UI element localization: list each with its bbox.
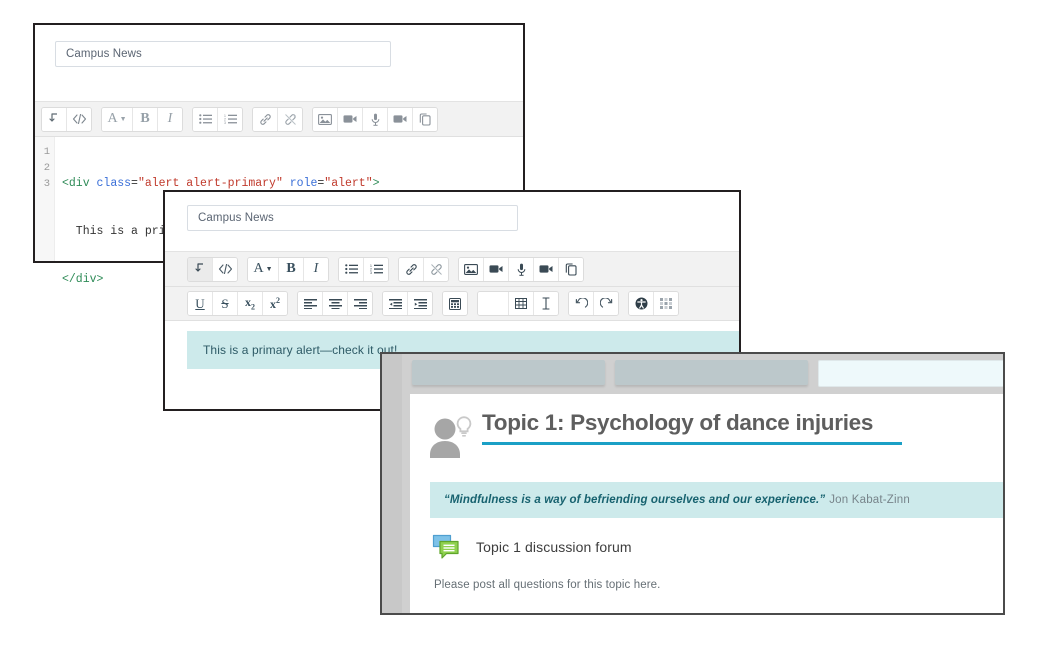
forum-activity-row[interactable]: Topic 1 discussion forum <box>432 534 632 560</box>
manage-files-icon[interactable] <box>559 258 583 281</box>
title-input[interactable]: Campus News <box>187 205 518 231</box>
strikethrough-icon[interactable]: S <box>213 292 238 315</box>
editor-toolbar-row-1: A▼ B I 123 <box>35 101 523 137</box>
title-underline-rule <box>482 442 902 445</box>
accessibility-checker-icon[interactable] <box>629 292 654 315</box>
undo-arrow-icon[interactable] <box>42 108 67 131</box>
browser-tab-bar <box>402 354 1003 391</box>
line-number: 3 <box>35 176 50 192</box>
font-style-dropdown-icon[interactable]: A▼ <box>102 108 133 131</box>
quote-text: “Mindfulness is a way of befriending our… <box>444 494 825 506</box>
bold-icon[interactable]: B <box>279 258 304 281</box>
person-lightbulb-icon <box>428 414 474 466</box>
toolbar-group-history <box>41 107 92 132</box>
toolbar-group-links <box>252 107 303 132</box>
video-icon[interactable] <box>484 258 509 281</box>
link-icon[interactable] <box>253 108 278 131</box>
page-title: Topic 1: Psychology of dance injuries <box>482 410 902 436</box>
record-video-icon[interactable] <box>388 108 413 131</box>
toolbar-group-text-style: A▼ B I <box>101 107 183 132</box>
link-icon[interactable] <box>399 258 424 281</box>
forum-icon <box>432 534 460 560</box>
subscript-icon[interactable]: x2 <box>238 292 263 315</box>
table-icon[interactable] <box>509 292 534 315</box>
toolbar-group-alignment <box>297 291 373 316</box>
unlink-icon[interactable] <box>424 258 448 281</box>
bold-icon[interactable]: B <box>133 108 158 131</box>
underline-icon[interactable]: U <box>188 292 213 315</box>
toolbar-group-lists: 123 <box>338 257 389 282</box>
toolbar-group-links <box>398 257 449 282</box>
toolbar-group-lists: 123 <box>192 107 243 132</box>
screenreader-helper-icon[interactable] <box>654 292 678 315</box>
code-view-icon[interactable] <box>67 108 91 131</box>
toolbar-group-media <box>458 257 584 282</box>
toolbar-group-undo-redo <box>568 291 619 316</box>
topic-title-wrap: Topic 1: Psychology of dance injuries <box>482 408 902 445</box>
clear-formatting-icon[interactable] <box>534 292 558 315</box>
forum-link-label[interactable]: Topic 1 discussion forum <box>476 539 632 555</box>
undo-icon[interactable] <box>569 292 594 315</box>
line-number-gutter: 1 2 3 <box>35 137 55 261</box>
toolbar-group-insert <box>477 291 559 316</box>
line-number: 2 <box>35 160 50 176</box>
title-input[interactable]: Campus News <box>55 41 391 67</box>
quote-author: Jon Kabat-Zinn <box>829 494 910 506</box>
svg-text:3: 3 <box>224 121 226 124</box>
align-right-icon[interactable] <box>348 292 372 315</box>
browser-tab[interactable] <box>412 360 605 385</box>
svg-text:3: 3 <box>370 271 372 274</box>
special-character-icon[interactable] <box>478 292 509 315</box>
indent-increase-icon[interactable] <box>408 292 432 315</box>
align-left-icon[interactable] <box>298 292 323 315</box>
image-icon[interactable] <box>459 258 484 281</box>
numbered-list-icon[interactable]: 123 <box>364 258 388 281</box>
editor-toolbar-row-1: A▼ B I 123 <box>165 251 739 287</box>
toolbar-group-history <box>187 257 238 282</box>
toolbar-group-equation <box>442 291 468 316</box>
browser-tab-active[interactable] <box>818 360 1005 387</box>
editor-toolbar-row-2: U S x2 x2 <box>165 287 739 321</box>
superscript-icon[interactable]: x2 <box>263 292 287 315</box>
toolbar-group-text-style: A▼ B I <box>247 257 329 282</box>
numbered-list-icon[interactable]: 123 <box>218 108 242 131</box>
record-video-icon[interactable] <box>534 258 559 281</box>
course-page-content: Topic 1: Psychology of dance injuries “M… <box>410 394 1003 613</box>
microphone-icon[interactable] <box>363 108 388 131</box>
font-style-dropdown-icon[interactable]: A▼ <box>248 258 279 281</box>
undo-arrow-icon[interactable] <box>188 258 213 281</box>
unlink-icon[interactable] <box>278 108 302 131</box>
browser-tab[interactable] <box>615 360 808 385</box>
bulleted-list-icon[interactable] <box>193 108 218 131</box>
redo-icon[interactable] <box>594 292 618 315</box>
topic-header: Topic 1: Psychology of dance injuries <box>428 408 993 470</box>
toolbar-group-character-format: U S x2 x2 <box>187 291 288 316</box>
video-icon[interactable] <box>338 108 363 131</box>
left-rail <box>382 354 402 613</box>
italic-icon[interactable]: I <box>304 258 328 281</box>
microphone-icon[interactable] <box>509 258 534 281</box>
equation-editor-icon[interactable] <box>443 292 467 315</box>
line-number: 1 <box>35 144 50 160</box>
forum-description: Please post all questions for this topic… <box>434 579 660 591</box>
indent-decrease-icon[interactable] <box>383 292 408 315</box>
toolbar-group-media <box>312 107 438 132</box>
bulleted-list-icon[interactable] <box>339 258 364 281</box>
italic-icon[interactable]: I <box>158 108 182 131</box>
quote-banner: “Mindfulness is a way of befriending our… <box>430 482 1003 518</box>
manage-files-icon[interactable] <box>413 108 437 131</box>
toolbar-group-indentation <box>382 291 433 316</box>
code-view-icon[interactable] <box>213 258 237 281</box>
image-icon[interactable] <box>313 108 338 131</box>
toolbar-group-accessibility <box>628 291 679 316</box>
align-center-icon[interactable] <box>323 292 348 315</box>
course-topic-page-window: Topic 1: Psychology of dance injuries “M… <box>380 352 1005 615</box>
